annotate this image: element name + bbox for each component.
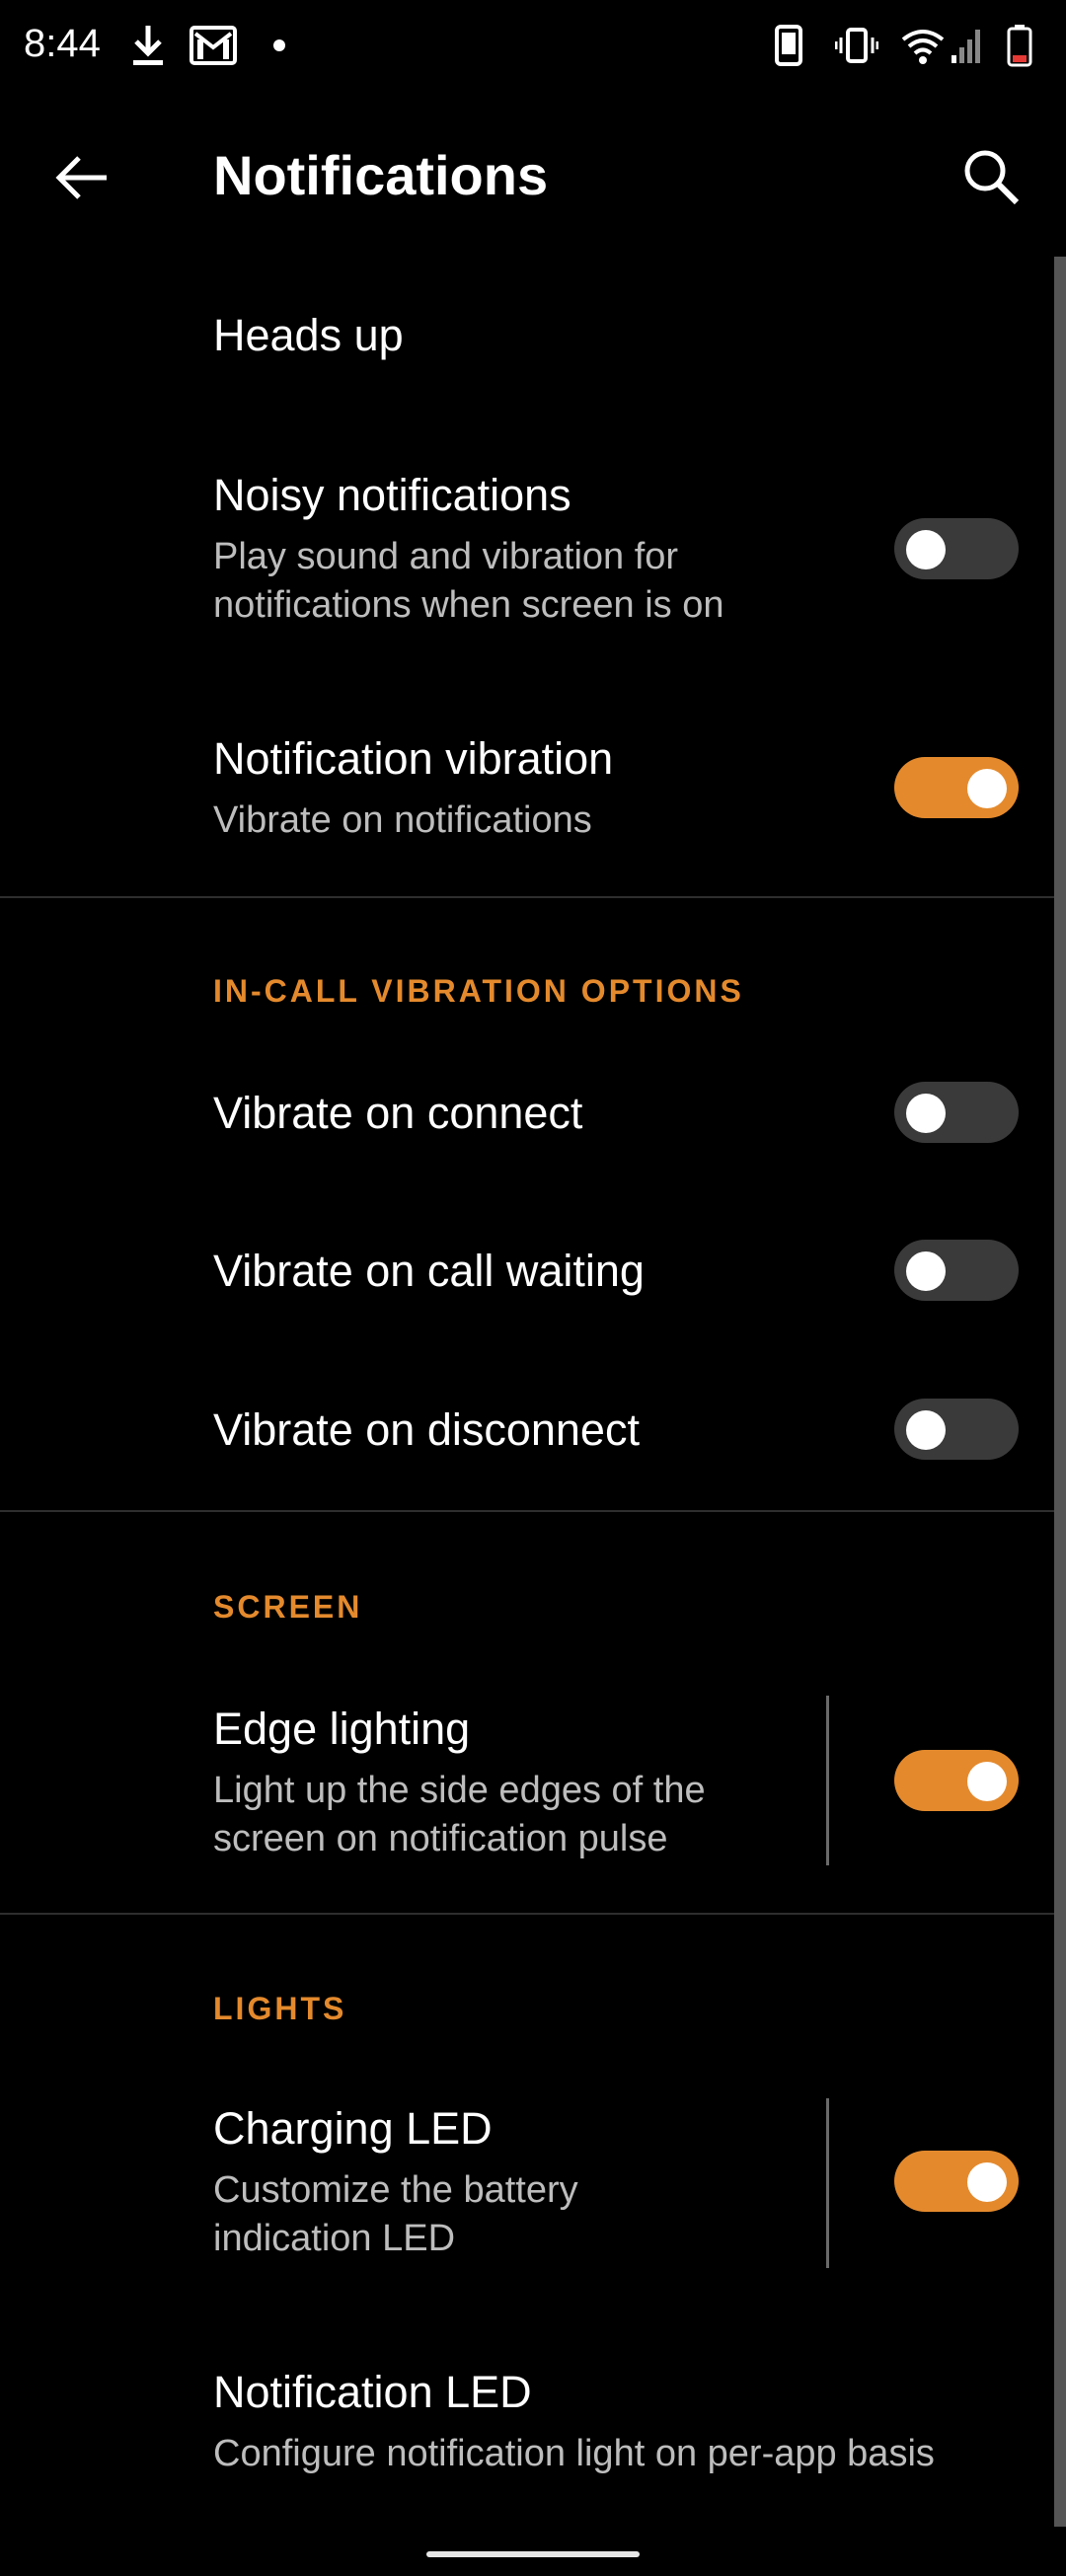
wifi-icon <box>900 22 946 69</box>
back-arrow-icon[interactable] <box>49 143 118 212</box>
item-title: Noisy notifications <box>213 470 571 520</box>
item-title: Vibrate on disconnect <box>213 1404 640 1455</box>
item-title: Notification LED <box>213 2367 532 2417</box>
notification-vibration-toggle[interactable] <box>894 757 1019 818</box>
list-item-vibrate-on-disconnect[interactable]: Vibrate on disconnect <box>0 1383 1054 1521</box>
section-header-in-call: IN-CALL VIBRATION OPTIONS <box>213 973 744 1009</box>
item-title: Heads up <box>213 310 404 360</box>
charging-led-toggle[interactable] <box>894 2151 1019 2212</box>
search-icon[interactable] <box>957 143 1027 212</box>
list-item-notification-vibration[interactable]: Notification vibration Vibrate on notifi… <box>0 711 1054 878</box>
signal-icon <box>950 22 985 69</box>
phone-icon <box>774 22 803 69</box>
divider <box>0 1510 1054 1512</box>
status-bar: 8:44 <box>0 0 1066 94</box>
toggle-knob <box>906 1251 946 1291</box>
divider <box>0 1913 1054 1915</box>
item-subtitle: Configure notification light on per-app … <box>213 2433 935 2474</box>
vibrate-icon <box>835 22 878 69</box>
gmail-icon <box>190 22 237 69</box>
dot-icon <box>272 22 286 69</box>
list-item-notification-led[interactable]: Notification LED Configure notification … <box>0 2345 1054 2493</box>
vertical-separator <box>826 1696 829 1865</box>
divider <box>0 896 1054 898</box>
toggle-knob <box>967 1762 1007 1801</box>
toggle-knob <box>967 2162 1007 2202</box>
item-subtitle: Play sound and vibration for notificatio… <box>213 536 724 626</box>
toggle-knob <box>906 1094 946 1133</box>
vertical-separator <box>826 2098 829 2268</box>
list-item-heads-up[interactable]: Heads up <box>0 276 1054 405</box>
app-bar: Notifications <box>0 94 1066 257</box>
noisy-notifications-toggle[interactable] <box>894 518 1019 579</box>
gesture-nav-handle[interactable] <box>426 2551 640 2557</box>
page-title: Notifications <box>213 144 549 206</box>
battery-icon <box>1007 22 1032 69</box>
list-item-charging-led[interactable]: Charging LED Customize the battery indic… <box>0 2083 1054 2290</box>
status-time: 8:44 <box>24 22 101 65</box>
list-item-vibrate-on-connect[interactable]: Vibrate on connect <box>0 1066 1054 1204</box>
list-item-vibrate-on-call-waiting[interactable]: Vibrate on call waiting <box>0 1224 1054 1362</box>
vibrate-on-disconnect-toggle[interactable] <box>894 1399 1019 1460</box>
list-item-noisy-notifications[interactable]: Noisy notifications Play sound and vibra… <box>0 434 1054 661</box>
edge-lighting-toggle[interactable] <box>894 1750 1019 1811</box>
item-title: Charging LED <box>213 2103 493 2154</box>
item-subtitle: Light up the side edges of the screen on… <box>213 1770 706 1859</box>
toggle-knob <box>906 530 946 569</box>
toggle-knob <box>906 1410 946 1450</box>
item-title: Notification vibration <box>213 733 614 784</box>
section-header-screen: SCREEN <box>213 1589 363 1625</box>
vibrate-on-call-waiting-toggle[interactable] <box>894 1240 1019 1301</box>
list-item-edge-lighting[interactable]: Edge lighting Light up the side edges of… <box>0 1678 1054 1885</box>
toggle-knob <box>967 769 1007 808</box>
vibrate-on-connect-toggle[interactable] <box>894 1082 1019 1143</box>
item-title: Vibrate on connect <box>213 1088 583 1138</box>
item-subtitle: Customize the battery indication LED <box>213 2169 578 2259</box>
item-title: Vibrate on call waiting <box>213 1246 645 1296</box>
section-header-lights: LIGHTS <box>213 1991 347 2026</box>
item-subtitle: Vibrate on notifications <box>213 799 592 841</box>
download-icon <box>130 22 166 69</box>
scrollbar[interactable] <box>1054 257 1066 2527</box>
item-title: Edge lighting <box>213 1704 471 1754</box>
